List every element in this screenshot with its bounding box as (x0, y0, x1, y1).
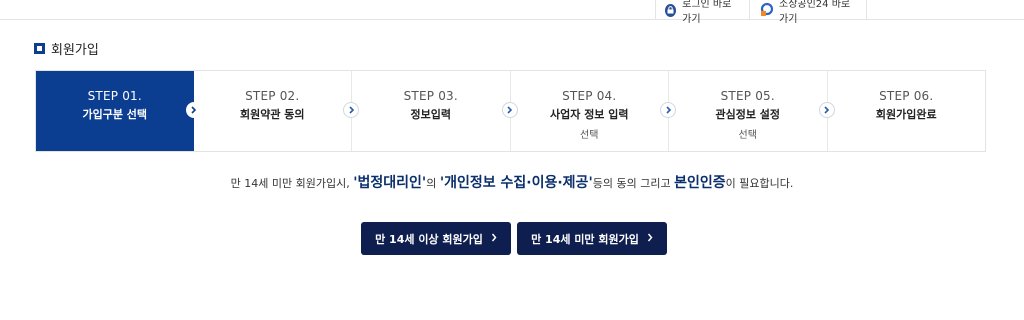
step-name: 회원약관 동의 (239, 108, 305, 121)
step-optional-label: 선택 (580, 130, 599, 141)
notice-emphasis: '개인정보 수집·이용·제공' (439, 175, 593, 191)
chevron-right-icon (185, 102, 202, 118)
chevron-right-icon (818, 102, 835, 118)
notice-emphasis: 본인인증 (674, 175, 726, 191)
signup-over14-label: 만 14세 이상 회원가입 (375, 232, 483, 246)
chevron-right-icon (343, 102, 359, 118)
step-name: 가입구분 선택 (82, 108, 148, 121)
login-shortcut-label: 로그인 바로가기 (682, 0, 732, 25)
under14-notice: 만 14세 미만 회원가입시, '법정대리인'의 '개인정보 수집·이용·제공'… (0, 172, 1024, 192)
step-number: STEP 05. (720, 89, 775, 103)
signup-under14-button[interactable]: 만 14세 미만 회원가입 (517, 222, 667, 255)
title-square-icon (34, 43, 45, 54)
step-number: STEP 06. (879, 89, 934, 103)
top-utility-bar: 로그인 바로가기 소상공인24 바로가기 (0, 0, 1024, 25)
signup-over14-button[interactable]: 만 14세 이상 회원가입 (361, 222, 511, 255)
step-name: 정보입력 (410, 108, 451, 121)
step-name: 회원가입완료 (875, 108, 937, 121)
step-number: STEP 01. (87, 89, 142, 103)
step-1: STEP 01. 가입구분 선택 (36, 71, 202, 151)
step-number: STEP 02. (245, 89, 300, 103)
sbiz24-shortcut-link[interactable]: 소상공인24 바로가기 (749, 0, 867, 25)
step-6: STEP 06. 회원가입완료 (828, 71, 986, 151)
sbiz24-shortcut-label: 소상공인24 바로가기 (779, 0, 851, 25)
signup-steps: STEP 01. 가입구분 선택 STEP 02. 회원약관 동의 STEP 0… (35, 70, 986, 152)
step-name: 사업자 정보 입력 (550, 108, 629, 121)
notice-text: 이 필요합니다. (725, 177, 794, 190)
login-shortcut-link[interactable]: 로그인 바로가기 (655, 0, 749, 25)
notice-text: 등의 동의 그리고 (592, 177, 675, 190)
step-2: STEP 02. 회원약관 동의 (194, 71, 359, 151)
lock-icon (665, 3, 677, 17)
chevron-right-icon (660, 102, 676, 118)
notice-text: 의 (426, 177, 440, 190)
notice-text: 만 14세 미만 회원가입시, (230, 177, 354, 190)
chevron-right-icon (501, 102, 518, 118)
sbiz24-logo-icon (759, 2, 774, 17)
notice-emphasis: '법정대리인' (353, 175, 427, 191)
signup-under14-label: 만 14세 미만 회원가입 (531, 232, 639, 246)
chevron-right-icon (647, 232, 653, 245)
chevron-right-icon (491, 232, 497, 245)
step-3: STEP 03. 정보입력 (352, 71, 518, 151)
step-number: STEP 04. (562, 89, 617, 103)
page-title: 회원가입 (34, 39, 99, 58)
step-number: STEP 03. (403, 89, 458, 103)
step-name: 관심정보 설정 (715, 108, 781, 121)
step-5: STEP 05. 관심정보 설정 선택 (669, 71, 835, 151)
step-optional-label: 선택 (738, 130, 757, 141)
step-4: STEP 04. 사업자 정보 입력 선택 (511, 71, 676, 151)
page-title-text: 회원가입 (51, 43, 99, 58)
